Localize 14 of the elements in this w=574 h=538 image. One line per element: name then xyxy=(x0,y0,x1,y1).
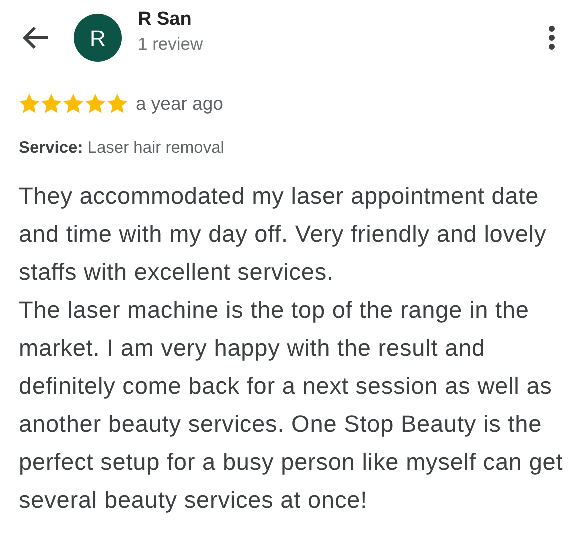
back-icon[interactable] xyxy=(22,26,50,50)
review-count: 1 review xyxy=(138,33,204,56)
star-icon xyxy=(85,94,106,114)
avatar: R xyxy=(74,14,122,62)
review-paragraph: The laser machine is the top of the range in the market. I am very happy with the result and definitely come back for a next session as well as another beauty services. One Stop Beauty is the perfect setup for a busy person like myself can get several beauty services at once! xyxy=(19,296,564,515)
star-icon xyxy=(63,94,84,114)
more-options-icon[interactable] xyxy=(548,26,556,50)
service-text: Service: Laser hair removal xyxy=(18,138,226,159)
star-icon xyxy=(107,94,128,114)
reviewer-name[interactable]: R San xyxy=(138,10,548,32)
review-time: a year ago xyxy=(136,92,224,116)
star-icon xyxy=(19,94,40,114)
review-paragraph: They accommodated my laser appointment date and time with my day off. Very friendly and lovely staffs with excellent services. xyxy=(19,182,548,286)
star-icon xyxy=(41,94,62,114)
